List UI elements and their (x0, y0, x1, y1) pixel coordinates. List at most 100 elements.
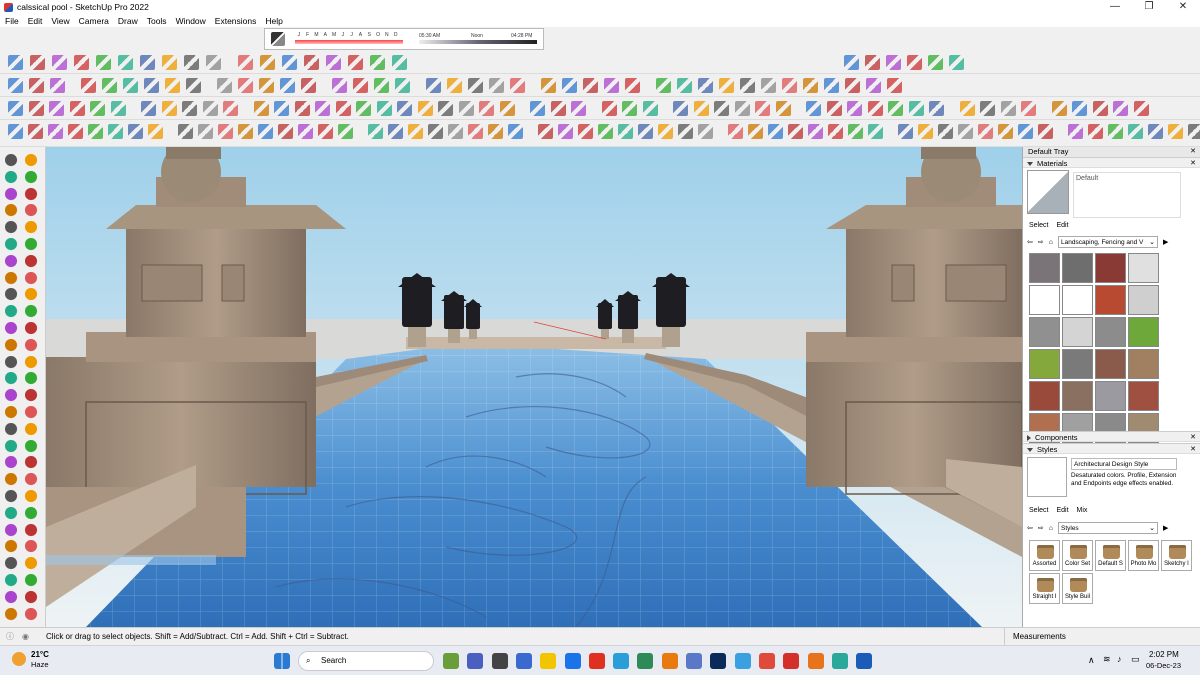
left-tool-icon[interactable] (25, 439, 40, 455)
taskbar-app-icon[interactable] (710, 653, 727, 669)
tool-button-icon[interactable] (468, 78, 483, 93)
forward-arrow-icon[interactable]: ⇨ (1038, 524, 1044, 532)
tray-overflow-icon[interactable]: ∧ (1088, 655, 1095, 666)
taskbar-app-icon[interactable] (831, 653, 848, 669)
tool-button-icon[interactable] (740, 78, 755, 93)
components-section-header[interactable]: Components ✕ (1023, 431, 1200, 442)
left-tool-icon[interactable] (25, 254, 40, 270)
tool-button-icon[interactable] (929, 101, 944, 116)
tool-button-icon[interactable] (165, 78, 180, 93)
tool-button-icon[interactable] (530, 101, 545, 116)
tool-button-icon[interactable] (488, 124, 503, 139)
left-tool-icon[interactable] (25, 406, 40, 421)
tool-button-icon[interactable] (604, 78, 619, 93)
tool-button-icon[interactable] (938, 124, 953, 139)
material-swatch[interactable] (1029, 317, 1060, 347)
tool-button-icon[interactable] (958, 124, 973, 139)
tool-button-icon[interactable] (315, 101, 330, 116)
material-swatch[interactable] (1029, 253, 1060, 283)
tool-button-icon[interactable] (206, 55, 221, 70)
menu-tools[interactable]: Tools (142, 16, 171, 26)
left-tool-icon[interactable] (25, 540, 40, 556)
battery-icon[interactable]: ▭ (1131, 654, 1140, 665)
minimize-button[interactable]: — (1098, 0, 1132, 14)
tool-button-icon[interactable] (238, 124, 253, 139)
tool-button-icon[interactable] (598, 124, 613, 139)
taskbar-app-icon[interactable] (443, 653, 459, 669)
tool-button-icon[interactable] (144, 78, 159, 93)
left-tool-icon[interactable] (25, 288, 40, 304)
material-library-select[interactable]: Landscaping, Fencing and V ⌄ (1057, 236, 1158, 248)
tool-button-icon[interactable] (8, 101, 23, 116)
left-tool-icon[interactable] (25, 271, 40, 287)
menu-draw[interactable]: Draw (113, 16, 142, 26)
geo-icon[interactable]: ◉ (22, 628, 29, 645)
tool-button-icon[interactable] (298, 124, 313, 139)
taskbar-app-icon[interactable] (758, 653, 775, 669)
tool-button-icon[interactable] (202, 101, 218, 116)
left-tool-icon[interactable] (5, 305, 20, 321)
tool-button-icon[interactable] (96, 55, 111, 70)
tool-button-icon[interactable] (397, 101, 412, 116)
tool-button-icon[interactable] (887, 78, 902, 93)
left-tool-icon[interactable] (5, 506, 20, 522)
left-tool-icon[interactable] (5, 204, 20, 220)
left-tool-icon[interactable] (25, 574, 40, 589)
tool-button-icon[interactable] (748, 124, 763, 139)
left-tool-icon[interactable] (25, 238, 40, 253)
left-tool-icon[interactable] (5, 523, 20, 539)
tool-button-icon[interactable] (140, 55, 155, 70)
taskbar-app-icon[interactable] (491, 653, 508, 669)
tool-button-icon[interactable] (326, 55, 341, 70)
styles-close-icon[interactable]: ✕ (1190, 444, 1196, 455)
tool-button-icon[interactable] (847, 101, 862, 116)
taskbar-app-icon[interactable] (783, 653, 800, 669)
left-tool-icon[interactable] (25, 389, 40, 405)
details-arrow-icon[interactable]: ▶ (1163, 238, 1168, 246)
style-name-field[interactable]: Architectural Design Style (1071, 458, 1177, 470)
tool-button-icon[interactable] (218, 124, 233, 139)
back-arrow-icon[interactable]: ⇦ (1027, 524, 1033, 532)
left-tool-icon[interactable] (25, 473, 40, 489)
tool-button-icon[interactable] (541, 78, 556, 93)
taskbar-app-icon[interactable] (540, 653, 557, 669)
tool-button-icon[interactable] (734, 101, 750, 116)
left-tool-icon[interactable] (5, 439, 20, 455)
tool-button-icon[interactable] (826, 101, 842, 116)
material-swatch[interactable] (1062, 285, 1093, 315)
tool-button-icon[interactable] (728, 124, 743, 139)
taskbar-app-icon[interactable] (515, 653, 532, 669)
tool-button-icon[interactable] (274, 101, 289, 116)
tool-button-icon[interactable] (499, 101, 515, 116)
styles-section-header[interactable]: Styles ✕ (1023, 443, 1200, 454)
tool-button-icon[interactable] (824, 78, 839, 93)
tool-button-icon[interactable] (184, 55, 199, 70)
left-tool-icon[interactable] (5, 372, 20, 388)
left-tool-icon[interactable] (5, 422, 20, 438)
tool-button-icon[interactable] (719, 78, 734, 93)
tool-button-icon[interactable] (898, 124, 913, 139)
left-tool-icon[interactable] (25, 557, 40, 573)
left-tool-icon[interactable] (5, 238, 20, 253)
tool-button-icon[interactable] (571, 101, 586, 116)
style-folder[interactable]: Straight I (1029, 573, 1060, 604)
left-tool-icon[interactable] (25, 221, 40, 237)
tool-button-icon[interactable] (768, 124, 783, 139)
left-tool-icon[interactable] (5, 557, 20, 573)
weather-icon[interactable] (12, 652, 26, 666)
materials-section-header[interactable]: Materials ✕ (1023, 157, 1200, 168)
material-swatch[interactable] (1062, 317, 1093, 347)
tool-button-icon[interactable] (658, 124, 673, 139)
menu-file[interactable]: File (0, 16, 23, 26)
tool-button-icon[interactable] (178, 124, 193, 139)
tool-button-icon[interactable] (888, 101, 903, 116)
left-tool-icon[interactable] (5, 490, 20, 505)
tool-button-icon[interactable] (81, 78, 96, 93)
tool-button-icon[interactable] (29, 78, 44, 93)
tool-button-icon[interactable] (447, 78, 462, 93)
tool-button-icon[interactable] (448, 124, 463, 139)
tool-button-icon[interactable] (74, 55, 89, 70)
windows-start-icon[interactable] (274, 653, 290, 669)
left-tool-icon[interactable] (25, 204, 40, 220)
material-swatch[interactable] (1095, 317, 1126, 347)
